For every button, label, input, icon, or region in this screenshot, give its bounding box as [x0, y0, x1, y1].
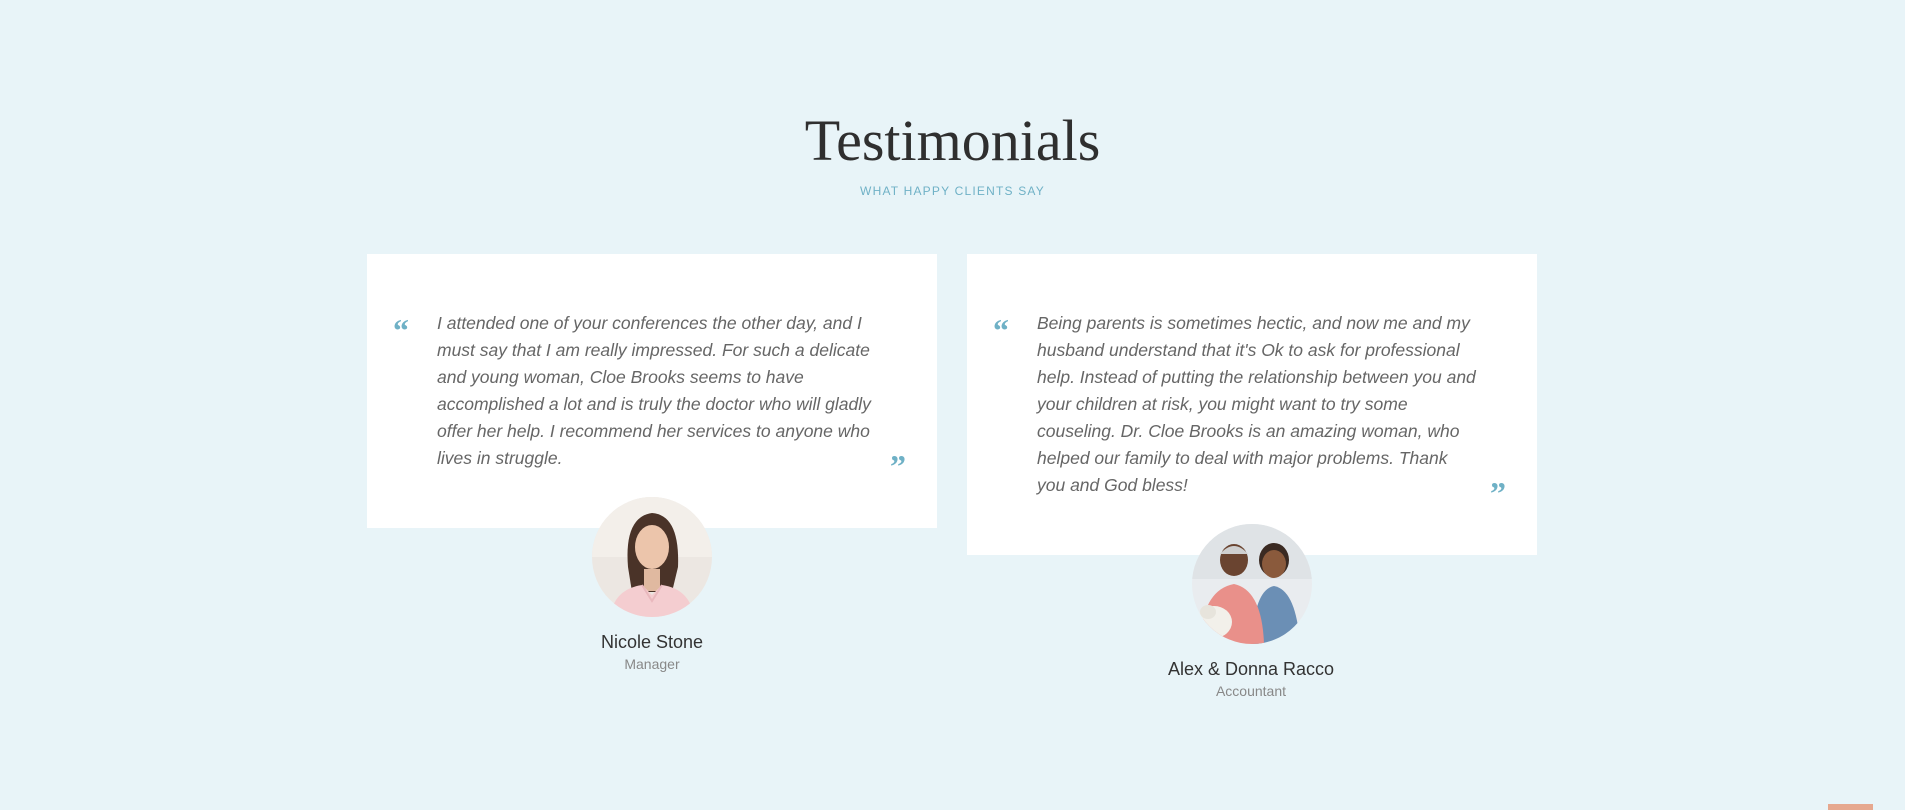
- testimonial-card: “ I attended one of your conferences the…: [367, 254, 937, 528]
- person-role: Accountant: [1215, 683, 1287, 699]
- open-quote-icon: “: [393, 312, 409, 348]
- scroll-to-top-button[interactable]: [1828, 804, 1873, 810]
- person-role: Manager: [624, 656, 680, 672]
- section-subtitle: WHAT HAPPY CLIENTS SAY: [860, 184, 1045, 198]
- person-name: Nicole Stone: [600, 632, 704, 652]
- avatar: [592, 497, 712, 617]
- open-quote-icon: “: [993, 312, 1009, 348]
- avatar: [1192, 524, 1312, 644]
- close-quote-icon: ”: [890, 448, 906, 484]
- testimonial-quote: I attended one of your conferences the o…: [437, 313, 871, 468]
- testimonial-card: “ Being parents is sometimes hectic, and…: [967, 254, 1537, 555]
- testimonial-quote: Being parents is sometimes hectic, and n…: [1037, 313, 1476, 495]
- person-name: Alex & Donna Racco: [1167, 659, 1335, 679]
- close-quote-icon: ”: [1490, 475, 1506, 511]
- section-title: Testimonials: [804, 108, 1101, 173]
